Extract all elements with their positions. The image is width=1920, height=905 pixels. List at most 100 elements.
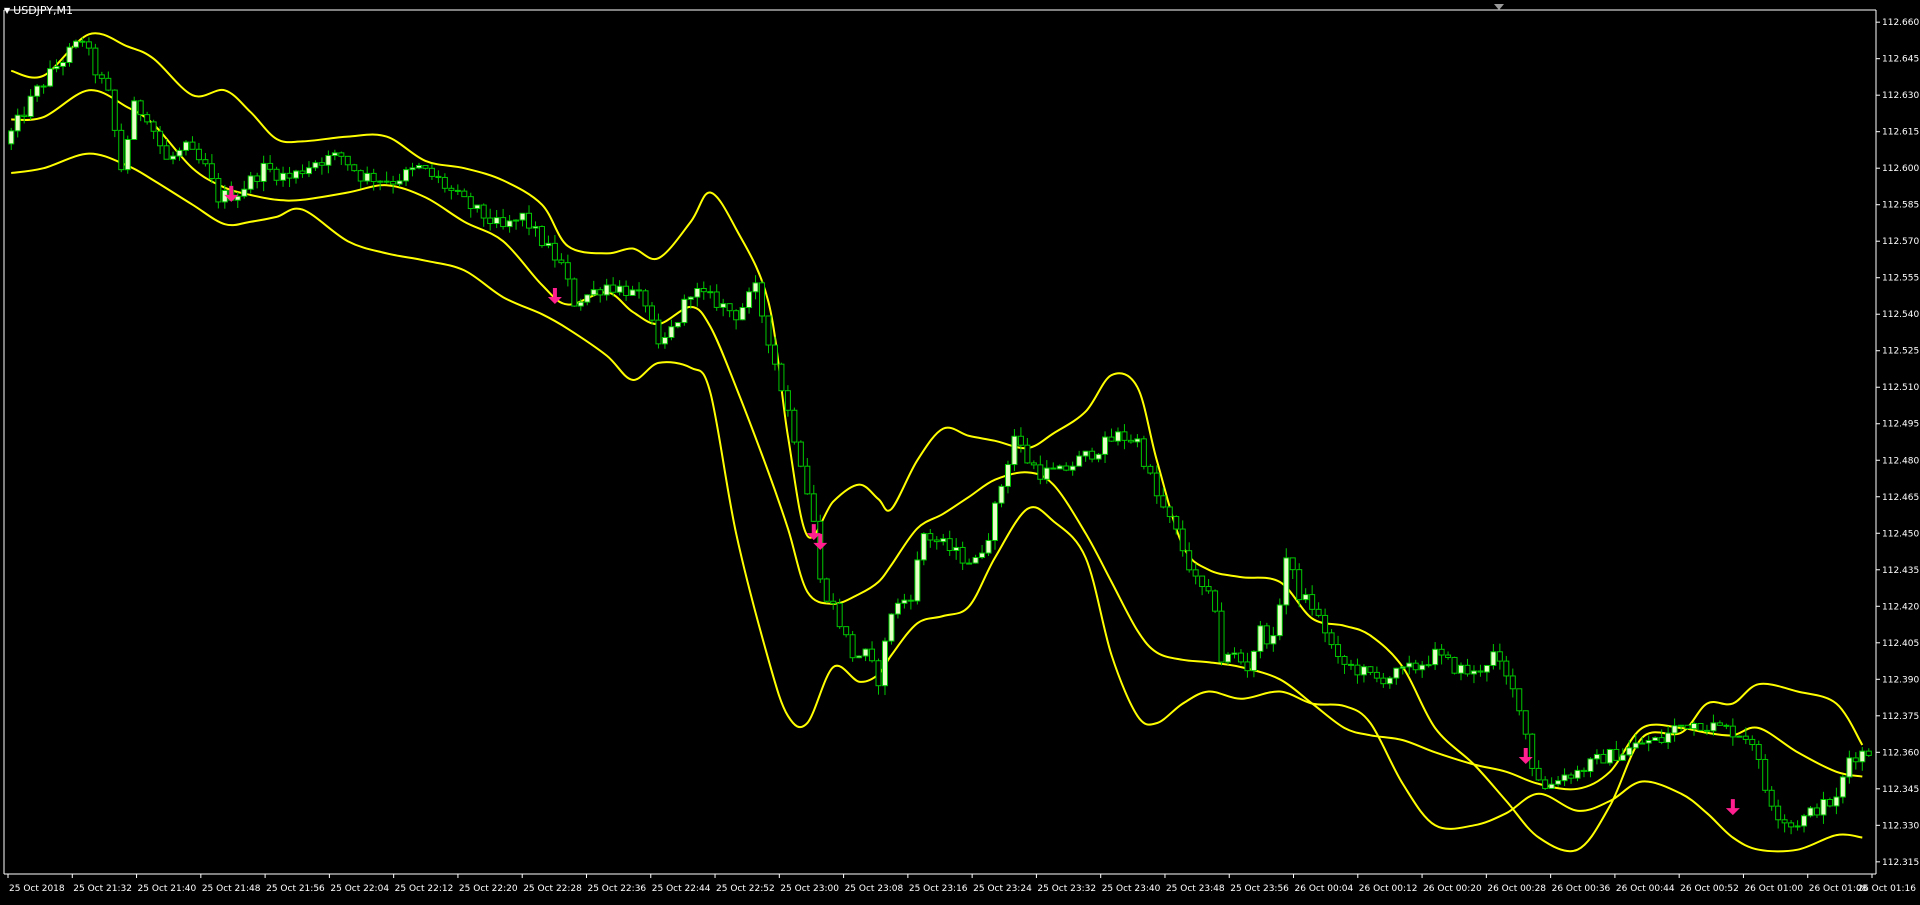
candle-body: [1613, 748, 1620, 761]
price-tick-label: 112.435: [1882, 566, 1919, 576]
candle: [1606, 748, 1613, 766]
candle-body: [305, 167, 312, 175]
candle-body: [1347, 663, 1354, 666]
time-tick-label: 25 Oct 23:16: [909, 884, 968, 894]
candle-body: [1004, 464, 1011, 487]
candle-body: [856, 655, 863, 659]
candle-body: [720, 303, 727, 308]
candle-body: [674, 322, 681, 328]
price-tick-label: 112.315: [1882, 858, 1919, 868]
candle-body: [791, 409, 798, 443]
candle-body: [1134, 438, 1141, 443]
candle-body: [377, 180, 384, 183]
candle-body: [1490, 651, 1497, 666]
candle-body: [137, 100, 144, 116]
candle-body: [616, 285, 623, 293]
time-tick-label: 25 Oct 23:08: [845, 884, 904, 894]
candle-body: [1121, 431, 1128, 441]
candle-body: [1095, 453, 1102, 460]
candle-body: [1432, 648, 1439, 666]
candle-body: [843, 626, 850, 636]
time-tick-label: 25 Oct 22:20: [459, 884, 518, 894]
candle: [1140, 435, 1147, 470]
candle-body: [1399, 666, 1406, 669]
candle-body: [687, 296, 694, 300]
candle-body: [707, 291, 714, 294]
candle-body: [869, 648, 876, 662]
time-tick-label: 26 Oct 00:12: [1359, 884, 1418, 894]
candle-body: [992, 502, 999, 541]
symbol-title-text: USDJPY,M1: [13, 4, 74, 17]
candle-body: [648, 305, 655, 321]
candle-body: [202, 159, 209, 165]
candle-body: [1328, 632, 1335, 646]
price-tick-label: 112.465: [1882, 493, 1919, 503]
candle-body: [1283, 557, 1290, 606]
dropdown-triangle-icon[interactable]: ▼: [4, 4, 10, 18]
candle-body: [370, 172, 377, 183]
candle-body: [1529, 733, 1536, 769]
symbol-title[interactable]: ▼ USDJPY,M1: [4, 4, 73, 18]
time-tick-label: 25 Oct 22:28: [523, 884, 582, 894]
candle-body: [1451, 656, 1458, 674]
candle: [1826, 797, 1833, 808]
candle-body: [526, 212, 533, 229]
candle-body: [655, 319, 662, 345]
candle-body: [396, 180, 403, 185]
candle-body: [1775, 805, 1782, 821]
candle-body: [1697, 723, 1704, 731]
candle-body: [1412, 662, 1419, 671]
candle-body: [27, 95, 34, 118]
candle-body: [1354, 664, 1361, 676]
time-tick-label: 26 Oct 00:52: [1680, 884, 1739, 894]
candle-body: [1729, 725, 1736, 738]
candle-body: [1652, 737, 1659, 741]
candle-body: [1425, 664, 1432, 667]
candle-body: [881, 640, 888, 687]
candle-body: [474, 204, 481, 210]
candle-body: [1645, 739, 1652, 744]
candle-body: [92, 47, 99, 76]
time-tick-label: 26 Oct 01:16: [1857, 884, 1916, 894]
candle-body: [1587, 758, 1594, 772]
candle-body: [966, 562, 973, 565]
candle-body: [1380, 677, 1387, 685]
candle-body: [1723, 724, 1730, 727]
candle-body: [739, 307, 746, 321]
candle-body: [318, 162, 325, 166]
candle: [681, 294, 688, 326]
candle-body: [875, 660, 882, 687]
chart-window[interactable]: 112.660 112.645 112.630 112.615 112.600 112.5…: [0, 0, 1920, 900]
candlestick-chart[interactable]: 112.660 112.645 112.630 112.615 112.600 112.5…: [0, 0, 1920, 900]
candle-body: [1496, 651, 1503, 662]
price-tick-label: 112.345: [1882, 785, 1919, 795]
candle-body: [1807, 807, 1814, 817]
candle-body: [506, 220, 513, 228]
candle-body: [642, 290, 649, 307]
candle-body: [467, 196, 474, 210]
time-tick-label: 25 Oct 22:36: [587, 884, 646, 894]
candle-body: [1089, 450, 1096, 460]
candle-body: [273, 168, 280, 181]
candle-body: [752, 282, 759, 293]
price-tick-label: 112.390: [1882, 675, 1919, 685]
candle-body: [1056, 465, 1063, 470]
candle-body: [1127, 439, 1134, 443]
candle-body: [1470, 670, 1477, 675]
candle-body: [590, 289, 597, 296]
candle: [1762, 754, 1769, 793]
candle-body: [836, 602, 843, 628]
candle-body: [927, 533, 934, 541]
candle-body: [759, 282, 766, 317]
candle-body: [157, 130, 164, 147]
candle-body: [1237, 652, 1244, 663]
time-tick-label: 25 Oct 2018: [9, 884, 65, 894]
candle: [118, 123, 125, 173]
candle-body: [118, 129, 125, 171]
candle-body: [1522, 710, 1529, 735]
candle-body: [733, 310, 740, 321]
price-tick-label: 112.555: [1882, 274, 1919, 284]
time-tick-label: 25 Oct 21:48: [202, 884, 261, 894]
candle-body: [545, 242, 552, 247]
candle-body: [1250, 650, 1257, 672]
